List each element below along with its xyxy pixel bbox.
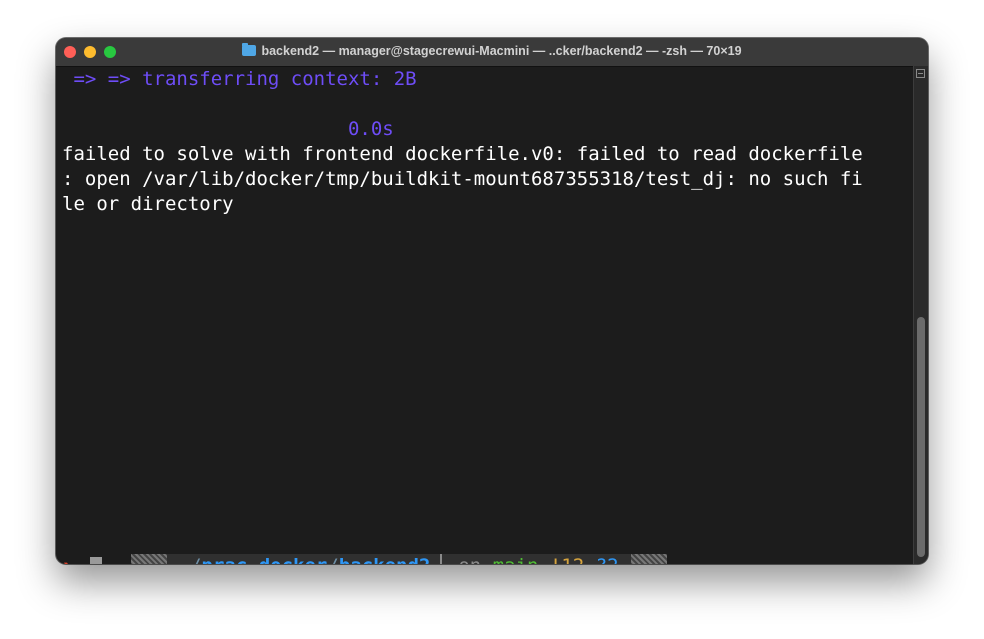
title-bar[interactable]: backend2 — manager@stagecrewui-Macmini —… xyxy=(56,38,928,67)
terminal-window: backend2 — manager@stagecrewui-Macmini —… xyxy=(56,38,928,564)
git-untracked-count: ?2 xyxy=(596,555,619,564)
output-line: 0.0s xyxy=(62,118,394,140)
output-line: => => transferring context: 2B xyxy=(62,68,417,90)
git-segment: on main !12 ?2 xyxy=(442,554,631,564)
path-home: ~ xyxy=(179,555,190,564)
text-cursor[interactable] xyxy=(90,557,102,564)
git-on-label: on xyxy=(458,555,481,564)
path-dir-current: backend2 xyxy=(339,555,431,564)
output-line: failed to solve with frontend dockerfile… xyxy=(62,143,863,165)
terminal-content[interactable]: => => transferring context: 2B 0.0s fail… xyxy=(62,66,912,564)
path-dir: prac-docker xyxy=(202,555,328,564)
left-shade-cap xyxy=(130,554,167,564)
window-title-text: backend2 — manager@stagecrewui-Macmini —… xyxy=(261,44,742,58)
path-separator: / xyxy=(190,555,201,564)
output-line: le or directory xyxy=(62,193,234,215)
scroll-top-icon[interactable] xyxy=(916,69,925,78)
path-separator: / xyxy=(327,555,338,564)
output-line: : open /var/lib/docker/tmp/buildkit-moun… xyxy=(62,168,863,190)
scrollbar[interactable] xyxy=(913,66,928,564)
folder-icon xyxy=(242,43,257,56)
path-segment: ~/prac-docker/backend2 xyxy=(166,554,441,564)
git-branch: main xyxy=(493,555,539,564)
prompt-symbol: ❯ xyxy=(62,557,73,564)
scrollbar-thumb[interactable] xyxy=(917,317,925,557)
window-title: backend2 — manager@stagecrewui-Macmini —… xyxy=(56,43,928,58)
prompt-status-bar: ~/prac-docker/backend2on main !12 ?2 xyxy=(62,529,667,564)
right-shade-cap xyxy=(630,554,667,564)
git-modified-count: !12 xyxy=(550,555,584,564)
